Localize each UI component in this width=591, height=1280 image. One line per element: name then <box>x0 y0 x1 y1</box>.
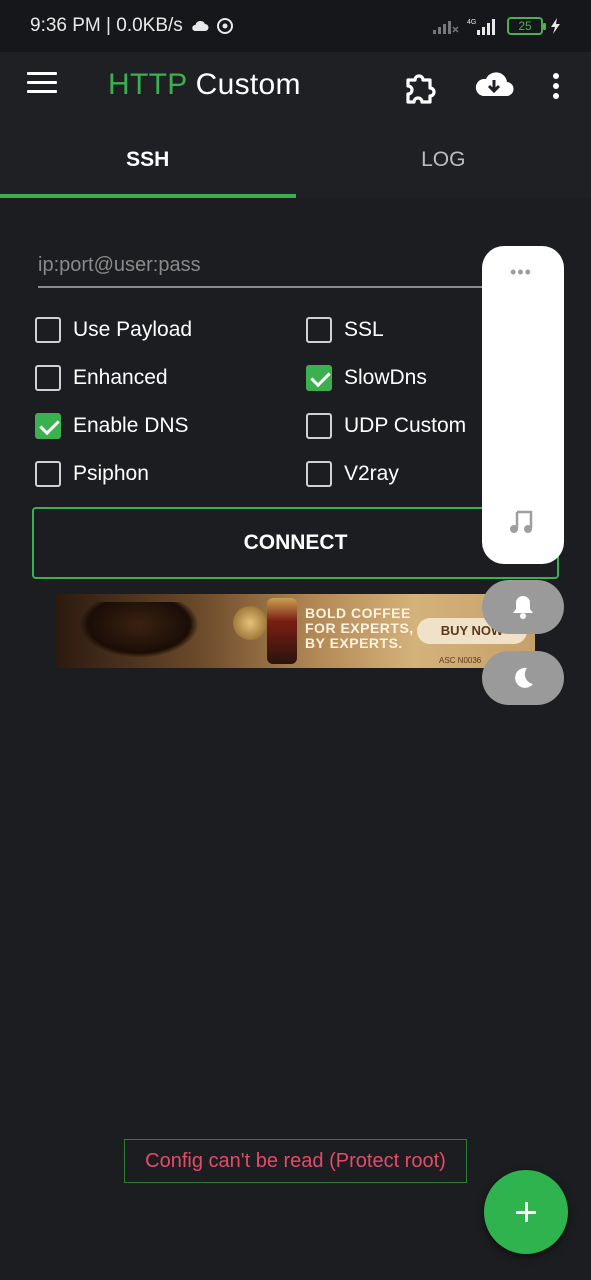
app-title-http: HTTP <box>108 68 187 101</box>
tab-ssh[interactable]: SSH <box>0 120 296 198</box>
option-enable-dns[interactable]: Enable DNS <box>35 413 189 439</box>
checkbox[interactable] <box>35 365 61 391</box>
option-label: Enable DNS <box>73 414 189 437</box>
status-time: 9:36 PM | 0.0KB/s <box>30 15 183 36</box>
option-label: SSL <box>344 318 384 341</box>
status-right: 4G 25 <box>433 17 561 35</box>
signal-4g-icon: 4G <box>467 19 495 35</box>
cloud-download-icon[interactable] <box>474 68 514 104</box>
option-label: V2ray <box>344 462 399 485</box>
option-v2ray[interactable]: V2ray <box>306 461 399 487</box>
moon-icon <box>515 667 533 688</box>
ad-line-2: FOR EXPERTS, <box>305 620 414 636</box>
ad-code: ASC N0036 <box>439 656 482 665</box>
more-horiz-icon[interactable]: ••• <box>510 262 532 283</box>
puzzle-icon[interactable] <box>402 68 442 104</box>
coffee-cup-image <box>79 602 199 658</box>
option-enhanced[interactable]: Enhanced <box>35 365 168 391</box>
floating-panel[interactable]: ••• <box>482 246 564 564</box>
option-udp-custom[interactable]: UDP Custom <box>306 413 466 439</box>
option-label: Psiphon <box>73 462 149 485</box>
hamburger-menu-icon[interactable] <box>27 72 57 98</box>
chrome-icon <box>216 18 233 34</box>
checkbox-checked[interactable] <box>35 413 61 439</box>
status-bar: 9:36 PM | 0.0KB/s 4G 25 <box>0 0 591 52</box>
coffee-jar-image <box>267 598 297 664</box>
ad-text: BOLD COFFEE FOR EXPERTS, BY EXPERTS. <box>305 606 414 651</box>
option-label: UDP Custom <box>344 414 467 437</box>
checkbox[interactable] <box>306 413 332 439</box>
app-title: HTTP Custom <box>108 68 301 102</box>
option-ssl[interactable]: SSL <box>306 317 384 343</box>
tab-log[interactable]: LOG <box>296 120 591 198</box>
app-title-custom: Custom <box>195 68 301 101</box>
svg-text:4G: 4G <box>467 19 476 26</box>
music-note-icon[interactable] <box>508 508 536 541</box>
cloud-icon <box>192 20 209 31</box>
checkbox[interactable] <box>306 461 332 487</box>
option-label: Enhanced <box>73 366 168 389</box>
option-label: SlowDns <box>344 366 427 389</box>
connect-button[interactable]: CONNECT <box>32 507 559 579</box>
checkbox[interactable] <box>35 461 61 487</box>
checkbox-checked[interactable] <box>306 365 332 391</box>
tab-indicator <box>0 194 296 198</box>
dark-mode-button[interactable] <box>482 651 564 705</box>
host-input-container <box>38 244 490 288</box>
status-left: 9:36 PM | 0.0KB/s <box>30 15 233 37</box>
host-input[interactable] <box>38 253 490 277</box>
checkbox[interactable] <box>306 317 332 343</box>
option-label: Use Payload <box>73 318 193 341</box>
app-bar: HTTP Custom <box>0 52 591 120</box>
tab-bar: SSH LOG <box>0 120 591 198</box>
checkbox[interactable] <box>35 317 61 343</box>
signal-weak-icon <box>433 21 459 34</box>
add-fab-button[interactable] <box>484 1170 568 1254</box>
ad-banner[interactable]: BOLD COFFEE FOR EXPERTS, BY EXPERTS. BUY… <box>55 594 535 668</box>
notification-bell-button[interactable] <box>482 580 564 634</box>
coffee-coin-image <box>233 606 267 640</box>
charging-icon <box>551 18 560 34</box>
error-message: Config can't be read (Protect root) <box>124 1139 467 1183</box>
more-vert-icon[interactable] <box>546 68 566 104</box>
bell-icon <box>513 596 533 619</box>
ad-line-1: BOLD COFFEE <box>305 605 411 621</box>
battery-indicator: 25 <box>507 17 546 35</box>
option-psiphon[interactable]: Psiphon <box>35 461 149 487</box>
option-use-payload[interactable]: Use Payload <box>35 317 192 343</box>
option-slowdns[interactable]: SlowDns <box>306 365 427 391</box>
ad-line-3: BY EXPERTS. <box>305 635 403 651</box>
